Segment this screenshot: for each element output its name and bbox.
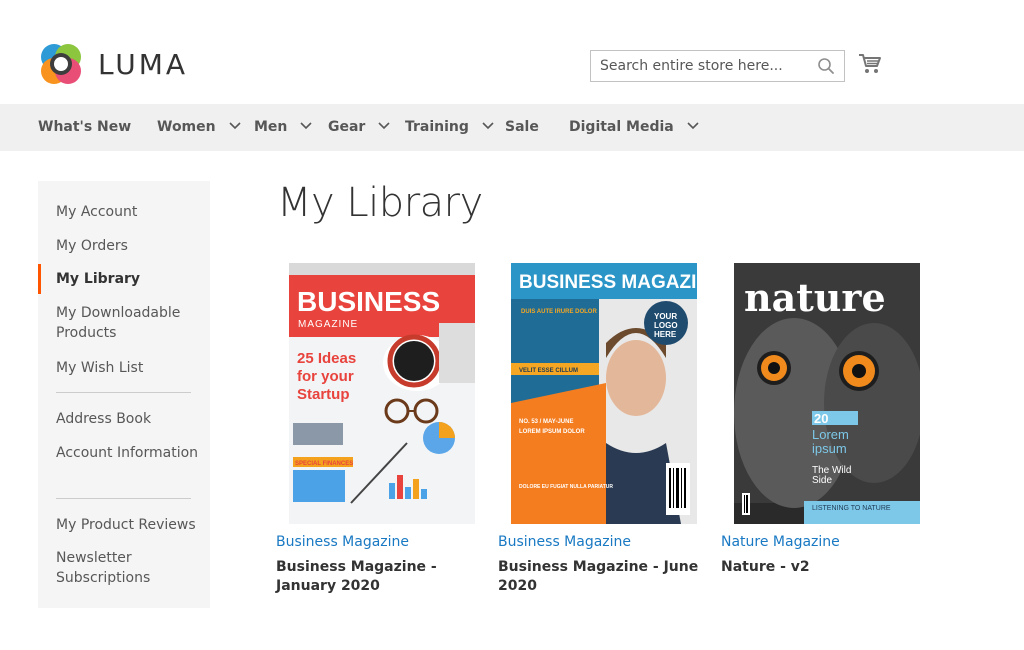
cover-line: DOLORE EU FUGIAT NULLA PARIATUR <box>519 484 613 490</box>
cover-footer: LISTENING TO NATURE <box>812 505 891 512</box>
account-sidebar: My Account My Orders My Library My Downl… <box>38 181 210 608</box>
product-name-link[interactable]: Business Magazine - January 2020 <box>276 558 496 596</box>
product-category-link[interactable]: Business Magazine <box>498 534 718 550</box>
sidebar-item-my-wish-list[interactable]: My Wish List <box>56 358 206 378</box>
logo-text: LUMA <box>98 47 189 81</box>
nav-item-whats-new[interactable]: What's New <box>38 104 131 151</box>
nav-item-women[interactable]: Women <box>157 104 241 151</box>
search-input[interactable] <box>591 51 806 81</box>
sidebar-item-account-information[interactable]: Account Information <box>56 443 206 463</box>
nav-item-sale[interactable]: Sale <box>505 104 539 151</box>
sidebar-divider <box>56 498 191 499</box>
product-name-link[interactable]: Business Magazine - June 2020 <box>498 558 718 596</box>
product-category-link[interactable]: Nature Magazine <box>721 534 941 550</box>
nav-label: Training <box>405 119 469 135</box>
cover-masthead: BUSINESS MAGAZINE <box>519 272 697 293</box>
cover-line: NO. 53 / MAY-JUNE <box>519 419 573 425</box>
sidebar-item-my-orders[interactable]: My Orders <box>56 236 206 256</box>
product-image[interactable]: BUSINESS MAGAZINE 25 Ideas for your Star… <box>289 263 475 524</box>
chevron-down-icon <box>378 121 390 129</box>
header: LUMA <box>0 0 1024 104</box>
sidebar-item-my-product-reviews[interactable]: My Product Reviews <box>56 515 206 535</box>
product-name-link[interactable]: Nature - v2 <box>721 558 941 577</box>
library-item: BUSINESS MAGAZINE YOUR LOGO HERE DUIS AU… <box>498 263 718 596</box>
svg-text:YOUR: YOUR <box>654 312 677 321</box>
sidebar-item-my-account[interactable]: My Account <box>56 202 206 222</box>
nav-item-gear[interactable]: Gear <box>328 104 390 151</box>
cover-text: Side <box>812 475 832 486</box>
svg-text:25 Ideas: 25 Ideas <box>297 350 356 367</box>
chevron-down-icon <box>687 121 699 129</box>
sidebar-item-my-library[interactable]: My Library <box>56 269 206 289</box>
library-item: BUSINESS MAGAZINE 25 Ideas for your Star… <box>276 263 496 596</box>
nav-label: What's New <box>38 119 132 135</box>
search-box <box>590 50 845 82</box>
cover-line: VELIT ESSE CILLUM <box>519 368 578 374</box>
nav-label: Men <box>254 119 288 135</box>
cover-sub: MAGAZINE <box>298 319 358 330</box>
nav-item-men[interactable]: Men <box>254 104 312 151</box>
product-image[interactable]: nature 20 Lorem ipsum The Wild Side LIST… <box>734 263 920 524</box>
active-indicator <box>38 264 41 294</box>
nav-label: Women <box>157 119 216 135</box>
main-navigation: What's New Women Men Gear Training Sale … <box>0 104 1024 151</box>
nav-label: Gear <box>328 119 366 135</box>
sidebar-item-my-downloadable-products[interactable]: My Downloadable Products <box>56 303 206 343</box>
svg-text:for your: for your <box>297 368 354 385</box>
cover-number: 20 <box>814 411 828 426</box>
nav-label: Sale <box>505 119 539 135</box>
sidebar-divider <box>56 392 191 393</box>
library-item: nature 20 Lorem ipsum The Wild Side LIST… <box>721 263 941 577</box>
nav-label: Digital Media <box>569 119 674 135</box>
cover-tag: SPECIAL FINANCES <box>295 461 353 467</box>
chevron-down-icon <box>300 121 312 129</box>
svg-text:HERE: HERE <box>654 330 677 339</box>
sidebar-item-newsletter-subscriptions[interactable]: Newsletter Subscriptions <box>56 548 206 588</box>
cover-masthead: BUSINESS <box>297 286 440 317</box>
chevron-down-icon <box>482 121 494 129</box>
cover-masthead: nature <box>744 275 886 320</box>
cart-icon[interactable] <box>858 52 882 76</box>
nav-item-training[interactable]: Training <box>405 104 494 151</box>
nav-item-digital-media[interactable]: Digital Media <box>569 104 699 151</box>
cover-line: DUIS AUTE IRURE DOLOR <box>521 309 597 315</box>
store-logo[interactable]: LUMA <box>38 41 188 87</box>
chevron-down-icon <box>228 121 241 129</box>
cover-line: LOREM IPSUM DOLOR <box>519 429 585 435</box>
cover-text: ipsum <box>812 441 847 456</box>
cover-text: Lorem <box>812 427 849 442</box>
sidebar-item-address-book[interactable]: Address Book <box>56 409 206 429</box>
product-category-link[interactable]: Business Magazine <box>276 534 496 550</box>
product-image[interactable]: BUSINESS MAGAZINE YOUR LOGO HERE DUIS AU… <box>511 263 697 524</box>
svg-text:LOGO: LOGO <box>654 321 678 330</box>
svg-text:Startup: Startup <box>297 386 350 403</box>
page-title: My Library <box>277 180 483 226</box>
luma-logo-icon <box>41 44 81 84</box>
search-icon[interactable] <box>817 57 835 75</box>
